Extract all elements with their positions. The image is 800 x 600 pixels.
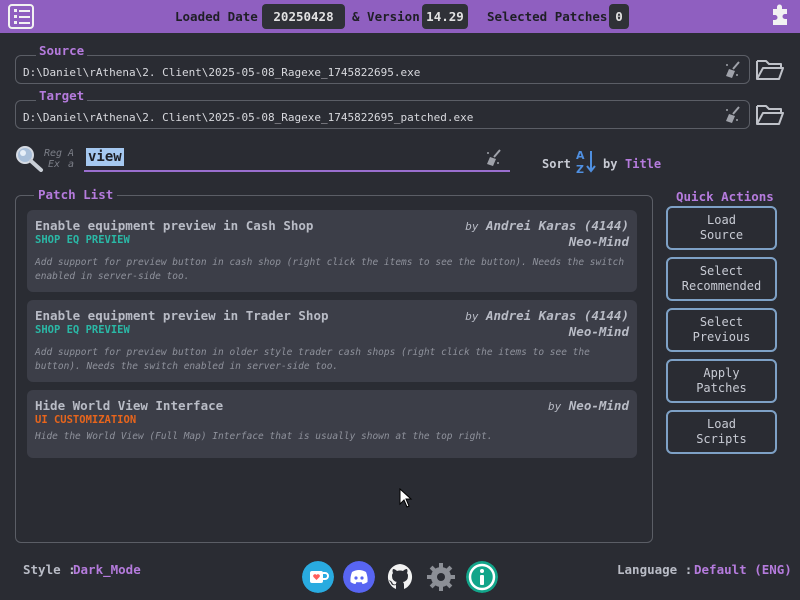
- version-label: & Version: [352, 9, 420, 24]
- case-toggle[interactable]: A: [68, 148, 74, 159]
- mouse-cursor-icon: [399, 488, 413, 508]
- version-value: 14.29: [422, 4, 468, 29]
- puzzle-icon[interactable]: [768, 4, 792, 28]
- style-value[interactable]: Dark_Mode: [73, 562, 141, 577]
- target-folder-icon[interactable]: [755, 101, 785, 127]
- load-scripts-button[interactable]: Load Scripts: [666, 410, 777, 454]
- patch-list-label: Patch List: [34, 187, 118, 202]
- selected-patches-count: 0: [609, 4, 629, 29]
- clear-broom-icon[interactable]: [723, 60, 743, 80]
- quick-actions-title: Quick Actions: [676, 189, 774, 204]
- patch-author: by Andrei Karas (4144) Neo-Mind: [465, 218, 629, 249]
- select-previous-button[interactable]: Select Previous: [666, 308, 777, 352]
- patch-item[interactable]: Enable equipment preview in Cash Shop SH…: [27, 210, 637, 292]
- patch-author-by: by: [465, 220, 479, 233]
- patch-item[interactable]: Hide World View Interface UI CUSTOMIZATI…: [27, 390, 637, 458]
- svg-text:A: A: [576, 149, 585, 162]
- case-toggle-sub: a: [68, 159, 75, 170]
- select-recommended-button[interactable]: Select Recommended: [666, 257, 777, 301]
- load-source-button[interactable]: Load Source: [666, 206, 777, 250]
- patch-description: Add support for preview button in cash s…: [35, 257, 625, 282]
- apply-patches-button[interactable]: Apply Patches: [666, 359, 777, 403]
- patch-author: by Neo-Mind: [548, 398, 629, 414]
- clear-broom-icon[interactable]: [723, 105, 743, 125]
- patch-list: Patch List Enable equipment preview in C…: [15, 187, 653, 543]
- discord-icon[interactable]: [343, 561, 375, 593]
- top-bar: Loaded Date 20250428 & Version 14.29 Sel…: [0, 0, 800, 33]
- regex-toggle-sub: Ex: [48, 159, 61, 170]
- clear-search-broom-icon[interactable]: [484, 148, 504, 168]
- source-field: Source D:\Daniel\rAthena\2. Client\2025-…: [15, 43, 750, 84]
- patch-item[interactable]: Enable equipment preview in Trader Shop …: [27, 300, 637, 382]
- patch-author-name: Andrei Karas (4144): [486, 218, 629, 233]
- patch-tag: SHOP EQ PREVIEW: [35, 324, 130, 336]
- github-icon[interactable]: [384, 561, 416, 593]
- patch-author-secondary: Neo-Mind: [568, 234, 629, 249]
- search-icon: [16, 146, 43, 172]
- loaded-date-label: Loaded Date: [175, 9, 258, 24]
- kofi-icon[interactable]: [302, 561, 334, 593]
- patch-description: Hide the World View (Full Map) Interface…: [35, 431, 493, 442]
- language-label: Language :: [617, 562, 693, 577]
- patch-author-secondary: Neo-Mind: [568, 324, 629, 339]
- patch-author-name: Neo-Mind: [568, 398, 629, 413]
- info-icon[interactable]: [466, 561, 498, 593]
- patch-author: by Andrei Karas (4144) Neo-Mind: [465, 308, 629, 339]
- patch-tag: UI CUSTOMIZATION: [35, 414, 137, 426]
- settings-icon[interactable]: [425, 561, 457, 593]
- target-path[interactable]: D:\Daniel\rAthena\2. Client\2025-05-08_R…: [23, 111, 473, 124]
- loaded-date-value: 20250428: [262, 4, 345, 29]
- source-path[interactable]: D:\Daniel\rAthena\2. Client\2025-05-08_R…: [23, 66, 420, 79]
- search-value[interactable]: view: [86, 148, 124, 166]
- selected-patches-label: Selected Patches: [487, 9, 608, 24]
- svg-text:Z: Z: [576, 163, 584, 176]
- patch-description: Add support for preview button in older …: [35, 347, 590, 372]
- menu-icon[interactable]: [8, 4, 34, 29]
- source-folder-icon[interactable]: [755, 56, 785, 82]
- sort-label: Sort: [542, 157, 571, 171]
- style-label: Style :: [23, 562, 76, 577]
- patch-tag: SHOP EQ PREVIEW: [35, 234, 130, 246]
- source-label: Source: [36, 43, 88, 58]
- sort-by-label: by: [603, 157, 618, 171]
- target-field: Target D:\Daniel\rAthena\2. Client\2025-…: [15, 88, 750, 129]
- patch-author-by: by: [465, 310, 479, 323]
- patch-title: Hide World View Interface: [35, 398, 224, 413]
- sort-az-icon[interactable]: A Z: [575, 148, 597, 176]
- search-input[interactable]: view: [84, 146, 510, 172]
- patch-title: Enable equipment preview in Cash Shop: [35, 218, 314, 233]
- target-label: Target: [36, 88, 88, 103]
- regex-toggle[interactable]: Reg: [44, 148, 62, 159]
- language-value[interactable]: Default (ENG): [694, 562, 792, 577]
- patch-author-name: Andrei Karas (4144): [486, 308, 629, 323]
- sort-field[interactable]: Title: [625, 157, 661, 171]
- patch-title: Enable equipment preview in Trader Shop: [35, 308, 329, 323]
- patch-author-by: by: [548, 400, 562, 413]
